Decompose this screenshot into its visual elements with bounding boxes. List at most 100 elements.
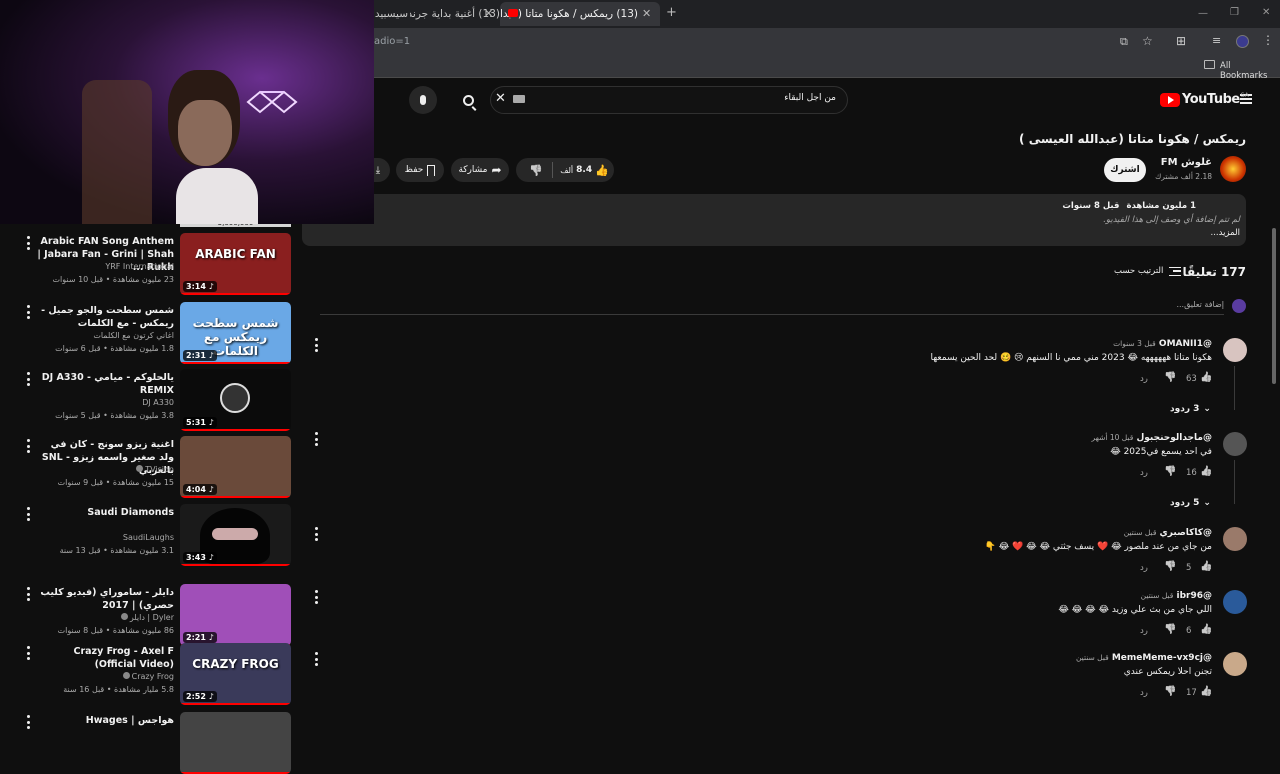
cast-icon[interactable]: ⧉ <box>1120 35 1128 49</box>
view-replies-button[interactable]: ⌄3 ردود <box>1170 404 1211 414</box>
youtube-logo[interactable]: YouTube SA <box>1160 92 1249 107</box>
comment-author[interactable]: @OMANII1 قبل 3 سنوات <box>1113 339 1212 349</box>
comment-dislike-icon[interactable]: 👎 <box>1164 372 1176 383</box>
comment-like-icon[interactable]: 👍 <box>1200 561 1212 572</box>
comment-dislike-icon[interactable]: 👎 <box>1164 624 1176 635</box>
search-button[interactable] <box>454 86 482 114</box>
comment-menu-icon[interactable] <box>311 432 321 446</box>
minimize-icon[interactable]: — <box>1198 8 1208 19</box>
tab-1[interactable]: سيسبيد <box>374 2 408 26</box>
search-input[interactable]: من اجل البقاء <box>600 93 836 103</box>
window-close-icon[interactable]: ✕ <box>1262 7 1270 18</box>
url-text[interactable]: adio=1 <box>374 36 410 47</box>
related-video-thumbnail[interactable]: شمس سطحت ريمكس مع الكلمات 2:31 ♪ <box>180 302 291 364</box>
related-video-menu-icon[interactable] <box>23 715 33 729</box>
clear-search-icon[interactable]: ✕ <box>495 91 506 106</box>
related-video-thumbnail[interactable] <box>180 712 291 774</box>
duration-text: 2:21 <box>186 633 206 642</box>
menu-dots-icon[interactable]: ⋮ <box>1262 33 1274 47</box>
related-video-thumbnail[interactable]: 4:04 ♪ <box>180 436 291 498</box>
comment-menu-icon[interactable] <box>311 652 321 666</box>
tab-3-close-icon[interactable]: ✕ <box>642 7 651 20</box>
comment-like-icon[interactable]: 👍 <box>1200 624 1212 635</box>
comment-avatar[interactable] <box>1223 652 1247 676</box>
extensions-icon[interactable]: ⊞ <box>1176 34 1186 48</box>
related-video-thumbnail[interactable]: 5:31 ♪ <box>180 369 291 431</box>
profile-avatar[interactable] <box>1236 35 1249 48</box>
channel-avatar[interactable] <box>1220 156 1246 182</box>
related-video-meta: 1.8 مليون مشاهدة • قبل 6 سنوات <box>55 344 174 353</box>
youtube-play-icon <box>1160 92 1180 107</box>
related-video-menu-icon[interactable] <box>23 439 33 453</box>
related-video-title[interactable]: هواجس | Hwages <box>34 714 174 727</box>
page-scrollbar[interactable] <box>1272 228 1276 384</box>
comment-like-icon[interactable]: 👍 <box>1200 372 1212 383</box>
comment-menu-icon[interactable] <box>311 527 321 541</box>
related-video-channel[interactable]: DJ A330 <box>24 397 174 409</box>
keyboard-icon[interactable] <box>513 95 525 103</box>
comment-reply-button[interactable]: رد <box>1140 374 1148 384</box>
comment-reply-button[interactable]: رد <box>1140 563 1148 573</box>
related-video-title[interactable]: شمس سطحت والجو جميل - ريمكس - مع الكلمات <box>34 304 174 330</box>
bookmark-star-icon[interactable]: ☆ <box>1142 34 1153 48</box>
related-video-title[interactable]: دايلر - ساموراي (فيديو كليب حصري) | 2017 <box>34 586 174 612</box>
related-video-title[interactable]: يالحلوكم - ميامي - DJ A330 REMIX <box>34 371 174 397</box>
view-replies-button[interactable]: ⌄5 ردود <box>1170 498 1211 508</box>
comment-dislike-icon[interactable]: 👎 <box>1164 561 1176 572</box>
comment-author[interactable]: @ماجدالوحنجبول قبل 10 أشهر <box>1092 433 1212 443</box>
show-more-link[interactable]: ...المزيد <box>1211 228 1241 238</box>
related-video-menu-icon[interactable] <box>23 646 33 660</box>
related-video-menu-icon[interactable] <box>23 587 33 601</box>
sort-button[interactable]: الترتيب حسب <box>1114 266 1182 276</box>
comment-avatar[interactable] <box>1223 432 1247 456</box>
related-video-channel[interactable]: SaudiLaughs <box>24 532 174 544</box>
comment-reply-button[interactable]: رد <box>1140 626 1148 636</box>
add-comment-input[interactable]: إضافة تعليق... <box>320 300 1224 315</box>
description-box[interactable]: 1 مليون مشاهدة قبل 8 سنوات لم تتم إضافة … <box>302 194 1246 246</box>
related-video-channel[interactable]: TVision <box>24 464 174 476</box>
comment-like-icon[interactable]: 👍 <box>1200 466 1212 477</box>
comment-dislike-icon[interactable]: 👎 <box>1164 686 1176 697</box>
subscribe-button[interactable]: اشترك <box>1104 158 1146 182</box>
new-tab-button[interactable]: + <box>666 5 677 20</box>
comment-reply-button[interactable]: رد <box>1140 468 1148 478</box>
comment-menu-icon[interactable] <box>311 590 321 604</box>
related-video-thumbnail[interactable]: CRAZY FROG 2:52 ♪ <box>180 643 291 705</box>
video-duration: 3:43 ♪ <box>183 552 217 563</box>
restore-icon[interactable]: ❐ <box>1230 7 1239 18</box>
comment-avatar[interactable] <box>1223 590 1247 614</box>
related-video-menu-icon[interactable] <box>23 507 33 521</box>
comment-like-icon[interactable]: 👍 <box>1200 686 1212 697</box>
comment-reply-button[interactable]: رد <box>1140 688 1148 698</box>
related-video-thumbnail[interactable]: ARABIC FAN 3:14 ♪ <box>180 233 291 295</box>
comment-author[interactable]: @MemeMeme-vx9cj قبل سنتين <box>1076 653 1212 663</box>
save-button[interactable]: حفظ <box>396 158 444 182</box>
duration-text: 3:43 <box>186 553 206 562</box>
comment-author[interactable]: @ibr96 قبل سنتين <box>1141 591 1212 601</box>
related-video-channel[interactable]: YRF International <box>24 261 174 273</box>
media-icon[interactable]: ≡ <box>1212 34 1221 47</box>
tab-2-close-icon[interactable]: ✕ <box>484 7 493 20</box>
related-video-channel[interactable]: اغاني كرتون مع الكلمات <box>24 330 174 342</box>
related-video-menu-icon[interactable] <box>23 305 33 319</box>
related-video-title[interactable]: Saudi Diamonds <box>34 506 174 519</box>
comment-avatar[interactable] <box>1223 338 1247 362</box>
share-button[interactable]: ➦ مشاركة <box>451 158 509 182</box>
dislike-button[interactable]: 👎 <box>522 158 550 182</box>
all-bookmarks-link[interactable]: All Bookmarks <box>1220 61 1280 81</box>
related-video-menu-icon[interactable] <box>23 236 33 250</box>
voice-search-button[interactable] <box>409 86 437 114</box>
like-button[interactable]: 👍 8.4 ألف <box>555 158 614 182</box>
related-video-thumbnail[interactable]: 2:21 ♪ <box>180 584 291 646</box>
comment-dislike-icon[interactable]: 👎 <box>1164 466 1176 477</box>
related-video-title[interactable]: Crazy Frog - Axel F (Official Video) <box>34 645 174 671</box>
channel-name[interactable]: غلوش FM <box>1161 157 1212 168</box>
related-video-menu-icon[interactable] <box>23 372 33 386</box>
comment-menu-icon[interactable] <box>311 338 321 352</box>
comment-avatar[interactable] <box>1223 527 1247 551</box>
related-video-thumbnail[interactable]: 3:43 ♪ <box>180 504 291 566</box>
related-video-channel[interactable]: Crazy Frog <box>24 671 174 683</box>
related-video-channel[interactable]: Dyler | دايلر <box>24 612 174 624</box>
comment-author[interactable]: @كاكاصبري قبل سنتين <box>1124 528 1212 538</box>
tab-3[interactable]: (13) ريمكس / هكونا متاتا (عبدالله <box>500 2 660 26</box>
